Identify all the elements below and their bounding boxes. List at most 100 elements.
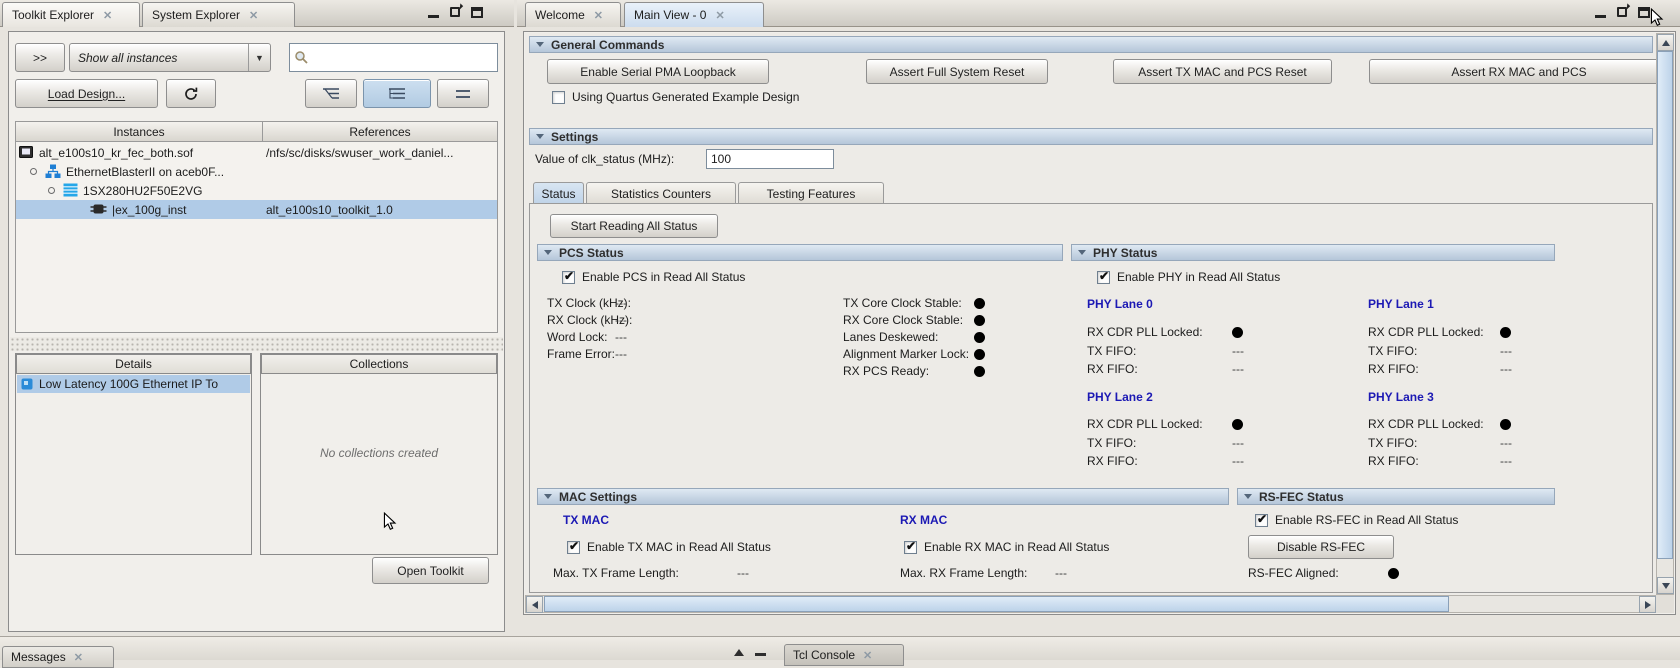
phy-lane-0-title: PHY Lane 0	[1087, 297, 1153, 311]
view-hierarchy-button[interactable]	[305, 79, 357, 108]
maximize-icon[interactable]	[1638, 7, 1650, 18]
maximize-icon[interactable]	[471, 7, 483, 18]
collections-header[interactable]: Collections	[261, 354, 497, 374]
enable-serial-pma-loopback-button[interactable]: Enable Serial PMA Loopback	[547, 59, 769, 84]
section-rsfec-status[interactable]: RS-FEC Status	[1237, 488, 1555, 505]
enable-rsfec-checkbox[interactable]	[1255, 512, 1268, 527]
enable-tx-mac-checkbox[interactable]	[567, 539, 580, 554]
table-row-selected[interactable]: |ex_100g_inst alt_e100s10_toolkit_1.0	[16, 200, 497, 219]
float-window-icon[interactable]	[1617, 7, 1627, 17]
tab-toolkit-explorer[interactable]: Toolkit Explorer ✕	[2, 2, 140, 27]
tab-welcome[interactable]: Welcome ✕	[525, 2, 621, 27]
alignment-marker-lock-indicator	[974, 349, 985, 360]
lane3-cdr-label: RX CDR PLL Locked:	[1368, 417, 1484, 431]
close-icon[interactable]: ✕	[594, 9, 603, 22]
more-filters-button[interactable]: >>	[15, 43, 65, 72]
expand-pane-icon[interactable]	[734, 649, 744, 656]
view-flat-button[interactable]	[437, 79, 489, 108]
disable-rsfec-button[interactable]: Disable RS-FEC	[1248, 535, 1394, 559]
using-quartus-example-checkbox[interactable]	[552, 91, 565, 104]
section-phy-status[interactable]: PHY Status	[1071, 244, 1555, 261]
minimize-pane-icon[interactable]	[755, 653, 766, 656]
toolkit-explorer-pane: Toolkit Explorer ✕ System Explorer ✕ >> …	[0, 0, 514, 634]
lane0-txfifo-label: TX FIFO:	[1087, 344, 1137, 358]
details-header[interactable]: Details	[16, 354, 251, 374]
refresh-button[interactable]	[166, 79, 216, 108]
section-settings[interactable]: Settings	[529, 128, 1653, 145]
lane0-cdr-label: RX CDR PLL Locked:	[1087, 325, 1203, 339]
table-row[interactable]: alt_e100s10_kr_fec_both.sof /nfs/sc/disk…	[16, 143, 497, 162]
clk-status-input[interactable]: 100	[706, 149, 834, 169]
start-reading-all-status-button[interactable]: Start Reading All Status	[550, 214, 718, 238]
scroll-right-button[interactable]	[1639, 596, 1656, 613]
close-icon[interactable]: ✕	[249, 9, 258, 22]
scroll-left-button[interactable]	[526, 596, 543, 613]
column-header-instances[interactable]: Instances	[16, 122, 263, 141]
toolkit-explorer-body: >> Show all instances ▼ Load Design... I…	[8, 31, 505, 632]
instances-table: Instances References alt_e100s10_kr_fec_…	[15, 121, 498, 333]
splitter-handle[interactable]	[10, 337, 503, 351]
tree-expander-icon[interactable]	[48, 187, 55, 194]
tab-main-view-0[interactable]: Main View - 0 ✕	[624, 2, 764, 27]
collapse-triangle-icon[interactable]	[536, 42, 544, 47]
close-icon[interactable]: ✕	[103, 9, 112, 22]
tab-status[interactable]: Status	[533, 182, 584, 204]
collapse-triangle-icon[interactable]	[1244, 494, 1252, 499]
tab-statistics-counters[interactable]: Statistics Counters	[586, 182, 736, 204]
horizontal-scrollbar[interactable]	[525, 595, 1657, 613]
section-pcs-status[interactable]: PCS Status	[537, 244, 1063, 261]
rx-pcs-ready-indicator	[974, 366, 985, 377]
scroll-up-button[interactable]	[1657, 34, 1674, 51]
tab-testing-features[interactable]: Testing Features	[738, 182, 884, 204]
chevron-down-icon[interactable]: ▼	[248, 44, 270, 71]
enable-pcs-checkbox[interactable]	[562, 269, 575, 284]
section-general-commands[interactable]: General Commands	[529, 36, 1653, 53]
rx-core-clock-stable-label: RX Core Clock Stable:	[843, 313, 964, 327]
instance-filter-combobox[interactable]: Show all instances ▼	[69, 43, 271, 72]
section-mac-settings[interactable]: MAC Settings	[537, 488, 1229, 505]
tab-system-explorer[interactable]: System Explorer ✕	[142, 2, 295, 27]
float-window-icon[interactable]	[450, 7, 460, 17]
tab-tcl-console[interactable]: Tcl Console ✕	[784, 644, 904, 666]
sof-file-icon	[19, 146, 33, 158]
rsfec-aligned-indicator	[1388, 568, 1399, 579]
bottom-strip: Messages ✕ Tcl Console ✕	[0, 636, 1680, 668]
load-design-button[interactable]: Load Design...	[15, 79, 158, 108]
main-view-pane: Welcome ✕ Main View - 0 ✕ General Comman…	[517, 0, 1680, 634]
table-row[interactable]: 1SX280HU2F50E2VG	[16, 181, 497, 200]
scroll-down-button[interactable]	[1657, 577, 1674, 594]
vertical-scroll-thumb[interactable]	[1657, 51, 1673, 559]
close-icon[interactable]: ✕	[715, 9, 724, 22]
search-icon	[295, 51, 308, 64]
search-input[interactable]	[289, 43, 498, 72]
tree-expander-icon[interactable]	[30, 168, 37, 175]
open-toolkit-button[interactable]: Open Toolkit	[372, 557, 489, 584]
view-tree-button[interactable]	[363, 79, 431, 108]
assert-full-system-reset-button[interactable]: Assert Full System Reset	[866, 59, 1048, 84]
max-tx-frame-length-label: Max. TX Frame Length:	[553, 566, 679, 580]
close-icon[interactable]: ✕	[74, 651, 83, 664]
rx-core-clock-stable-indicator	[974, 315, 985, 326]
collapse-triangle-icon[interactable]	[544, 494, 552, 499]
open-toolkit-label: Open Toolkit	[397, 563, 464, 578]
assert-tx-mac-pcs-reset-button[interactable]: Assert TX MAC and PCS Reset	[1113, 59, 1332, 84]
table-row[interactable]: EthernetBlasterII on aceb0F...	[16, 162, 497, 181]
column-header-references[interactable]: References	[263, 122, 497, 141]
mouse-cursor-icon	[1650, 8, 1664, 26]
enable-rx-mac-checkbox[interactable]	[904, 539, 917, 554]
assert-rx-mac-pcs-reset-button[interactable]: Assert RX MAC and PCS	[1369, 59, 1657, 84]
minimize-icon[interactable]	[428, 7, 439, 18]
lane1-rxfifo-value: ---	[1500, 362, 1512, 376]
toolkit-icon	[21, 378, 33, 390]
collapse-triangle-icon[interactable]	[536, 134, 544, 139]
horizontal-scroll-thumb[interactable]	[544, 596, 1449, 612]
tab-messages[interactable]: Messages ✕	[2, 646, 114, 668]
collapse-triangle-icon[interactable]	[544, 250, 552, 255]
enable-phy-checkbox[interactable]	[1097, 269, 1110, 284]
tx-clock-value: ---	[615, 296, 627, 310]
collapse-triangle-icon[interactable]	[1078, 250, 1086, 255]
details-item-selected[interactable]: Low Latency 100G Ethernet IP To	[17, 375, 250, 393]
enable-rsfec-label: Enable RS-FEC in Read All Status	[1275, 513, 1459, 527]
minimize-icon[interactable]	[1595, 7, 1606, 18]
vertical-scrollbar[interactable]	[1656, 33, 1674, 595]
